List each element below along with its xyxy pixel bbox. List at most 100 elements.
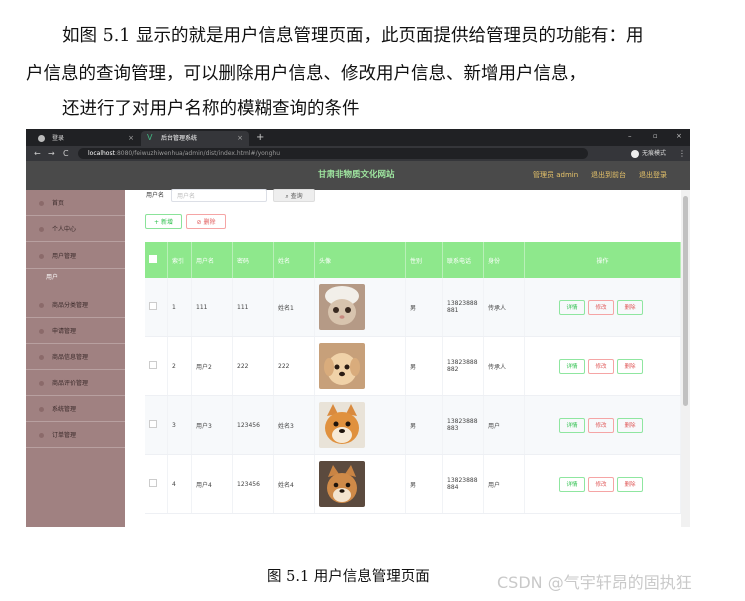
detail-button[interactable]: 详情 <box>559 417 585 433</box>
sidebar-item-review[interactable]: 商品评价管理 <box>26 371 125 396</box>
globe-icon <box>38 135 45 142</box>
edit-button[interactable]: 修改 <box>588 417 614 433</box>
sidebar-item-category[interactable]: 商品分类管理 <box>26 293 125 318</box>
add-button[interactable]: + 新增 <box>145 214 182 229</box>
url-path: :8080/feiwuzhiwenhua/admin/dist/index.ht… <box>114 150 281 157</box>
address-bar: ← → C localhost:8080/feiwuzhiwenhua/admi… <box>26 146 690 161</box>
tab-admin[interactable]: V 后台管理系统 × <box>141 131 249 146</box>
sidebar-item-application[interactable]: 申请管理 <box>26 319 125 344</box>
edit-button[interactable]: 修改 <box>588 476 614 492</box>
cell-actions: 详情 修改 删除 <box>524 454 681 514</box>
cell-password: 111 <box>232 278 274 337</box>
cell-gender: 男 <box>405 454 443 514</box>
delete-button[interactable]: ⊘ 删除 <box>186 214 226 229</box>
sidebar-item-goods[interactable]: 商品信息管理 <box>26 345 125 370</box>
cell-avatar <box>314 278 406 337</box>
row-checkbox[interactable] <box>145 454 168 514</box>
col-header-index: 索引 <box>167 242 192 278</box>
puppy-avatar-image <box>319 343 365 389</box>
table-row: 2 用户2 222 222 男 13823888 882 传承人 详情 修改 删… <box>145 336 681 396</box>
sidebar-item-profile[interactable]: 个人中心 <box>26 217 125 242</box>
search-label: 用户名 <box>146 192 165 199</box>
cell-role: 传承人 <box>483 278 525 337</box>
cell-index: 2 <box>167 336 192 396</box>
incognito-icon <box>631 149 639 158</box>
cat-avatar-image <box>319 284 365 330</box>
select-all-checkbox[interactable] <box>145 242 168 278</box>
tab-login[interactable]: 登录 × <box>32 131 140 146</box>
table-row: 4 用户4 123456 姓名4 男 13823888 884 用户 详情 修改… <box>145 454 681 514</box>
row-checkbox[interactable] <box>145 336 168 396</box>
tab-label: 登录 <box>52 135 65 142</box>
cell-gender: 男 <box>405 278 443 337</box>
minimize-button[interactable]: – <box>628 129 632 143</box>
paragraph-1: 如图 5.1 显示的就是用户信息管理页面，此页面提供给管理员的功能有：用 <box>62 26 644 46</box>
edit-button[interactable]: 修改 <box>588 358 614 374</box>
site-title: 甘肃非物质文化网站 <box>318 170 395 180</box>
vue-icon: V <box>147 133 153 142</box>
row-delete-button[interactable]: 删除 <box>617 299 643 315</box>
scrollbar[interactable] <box>681 190 690 527</box>
sidebar-item-home[interactable]: 首页 <box>26 191 125 216</box>
sidebar-item-user-management[interactable]: 用户管理 <box>26 244 125 269</box>
search-input[interactable]: 用户名 <box>171 189 267 202</box>
cell-password: 123456 <box>232 454 274 514</box>
col-header-gender: 性别 <box>405 242 443 278</box>
phone-line2: 881 <box>447 307 459 314</box>
cell-name: 姓名1 <box>273 278 315 337</box>
admin-label: 管理员 admin <box>533 171 579 179</box>
row-delete-button[interactable]: 删除 <box>617 417 643 433</box>
detail-button[interactable]: 详情 <box>559 358 585 374</box>
row-delete-button[interactable]: 删除 <box>617 476 643 492</box>
menu-icon[interactable]: ⋮ <box>678 146 686 161</box>
cell-index: 4 <box>167 454 192 514</box>
close-tab-icon[interactable]: × <box>237 131 243 146</box>
scrollbar-thumb[interactable] <box>683 196 688 406</box>
incognito-label: 无痕模式 <box>642 150 667 157</box>
cell-role: 用户 <box>483 395 525 455</box>
row-delete-button[interactable]: 删除 <box>617 358 643 374</box>
phone-line1: 13823888 <box>447 359 478 366</box>
cell-password: 222 <box>232 336 274 396</box>
detail-button[interactable]: 详情 <box>559 476 585 492</box>
col-header-name: 姓名 <box>273 242 315 278</box>
phone-line2: 884 <box>447 484 459 491</box>
row-checkbox[interactable] <box>145 278 168 337</box>
cell-avatar <box>314 454 406 514</box>
forward-icon[interactable]: → <box>48 146 55 161</box>
paragraph-2: 户信息的查询管理，可以删除用户信息、修改用户信息、新增用户信息， <box>26 64 586 84</box>
close-tab-icon[interactable]: × <box>128 131 134 146</box>
sidebar: 首页 个人中心 用户管理 用户 商品分类管理 申请管理 商品信息管理 商品评价管… <box>26 190 125 527</box>
search-button[interactable]: ⌕ 查询 <box>273 189 315 202</box>
back-to-front-link[interactable]: 退出到前台 <box>591 161 626 190</box>
cell-index: 1 <box>167 278 192 337</box>
logout-link[interactable]: 退出登录 <box>639 161 667 190</box>
cell-phone: 13823888 884 <box>442 454 484 514</box>
tab-label: 后台管理系统 <box>161 135 198 142</box>
detail-button[interactable]: 详情 <box>559 299 585 315</box>
cell-avatar <box>314 336 406 396</box>
row-checkbox[interactable] <box>145 395 168 455</box>
reload-icon[interactable]: C <box>63 146 69 161</box>
sidebar-subitem-user[interactable]: 用户 <box>26 269 125 287</box>
url-input[interactable]: localhost:8080/feiwuzhiwenhua/admin/dist… <box>78 148 588 159</box>
incognito-indicator[interactable]: 无痕模式 <box>631 148 666 159</box>
cell-username: 用户3 <box>191 395 233 455</box>
main-content: 用户名 用户名 ⌕ 查询 + 新增 ⊘ 删除 索引 用户名 密码 姓名 头像 性… <box>125 189 690 527</box>
cell-phone: 13823888 882 <box>442 336 484 396</box>
cell-gender: 男 <box>405 395 443 455</box>
back-icon[interactable]: ← <box>34 146 41 161</box>
restore-button[interactable]: ▫ <box>653 129 658 143</box>
cell-phone: 13823888 883 <box>442 395 484 455</box>
sidebar-item-orders[interactable]: 订单管理 <box>26 423 125 448</box>
edit-button[interactable]: 修改 <box>588 299 614 315</box>
cell-avatar <box>314 395 406 455</box>
cell-actions: 详情 修改 删除 <box>524 395 681 455</box>
window-close-button[interactable]: × <box>676 129 682 143</box>
phone-line2: 883 <box>447 425 459 432</box>
sidebar-item-system[interactable]: 系统管理 <box>26 397 125 422</box>
table-row: 1 111 111 姓名1 男 13823888 881 传承人 详情 修改 删… <box>145 278 681 337</box>
cell-role: 用户 <box>483 454 525 514</box>
new-tab-button[interactable]: + <box>256 129 264 146</box>
cell-name: 姓名3 <box>273 395 315 455</box>
